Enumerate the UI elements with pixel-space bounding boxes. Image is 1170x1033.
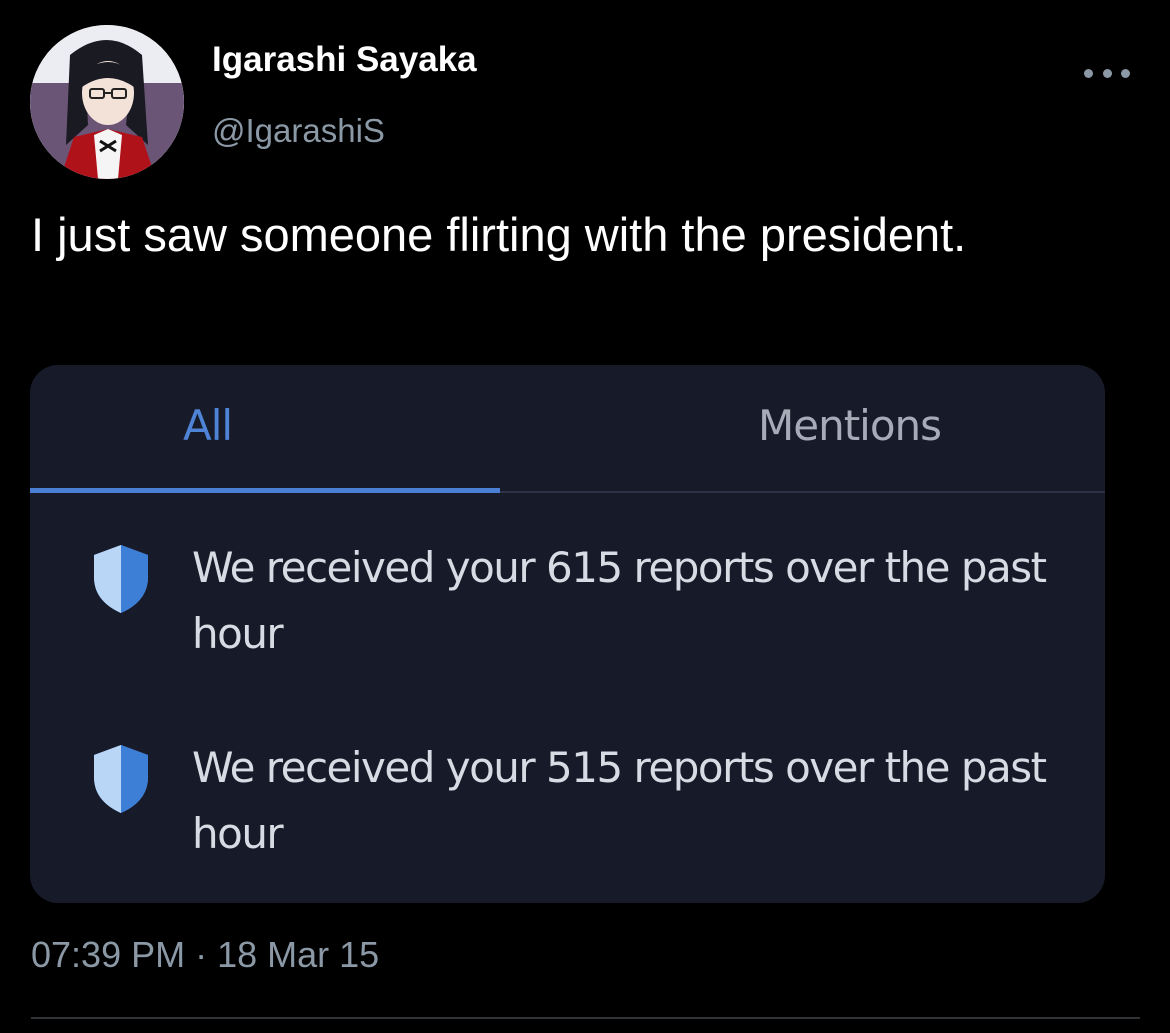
avatar[interactable]	[30, 25, 184, 179]
divider	[31, 1017, 1140, 1019]
user-handle[interactable]: @IgarashiS	[212, 112, 385, 150]
notification-text: We received your 515 reports over the pa…	[192, 743, 1047, 858]
shield-icon	[94, 545, 148, 613]
tweet-media-image[interactable]: All Mentions We received your 615 report…	[30, 365, 1105, 903]
more-options-button[interactable]	[1084, 58, 1130, 88]
notification-text: We received your 615 reports over the pa…	[192, 543, 1047, 658]
avatar-image	[30, 25, 184, 179]
tab-mentions: Mentions	[758, 401, 942, 450]
more-horizontal-icon	[1084, 68, 1093, 78]
tweet-text: I just saw someone flirting with the pre…	[31, 208, 967, 261]
shield-icon	[94, 745, 148, 813]
tweet-timestamp[interactable]: 07:39 PM · 18 Mar 15	[31, 934, 379, 976]
tab-all: All	[183, 401, 233, 450]
active-tab-indicator	[30, 488, 500, 493]
display-name[interactable]: Igarashi Sayaka	[212, 40, 477, 80]
